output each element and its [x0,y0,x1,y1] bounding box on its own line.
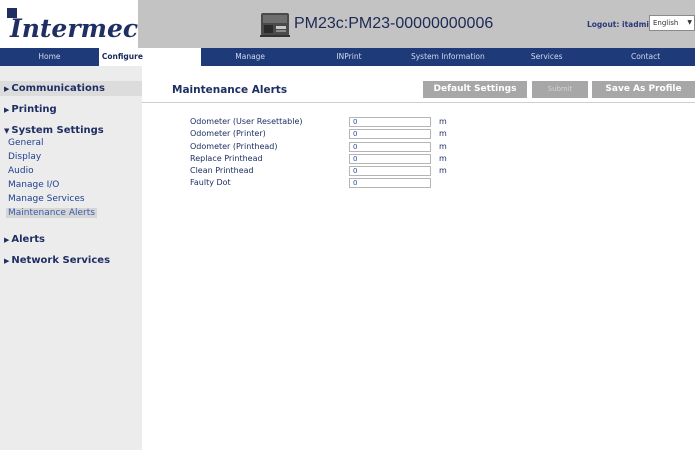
device-title: PM23c:PM23-00000000006 [294,15,494,32]
logo-text: Intermec [10,14,139,43]
sidebar-item-manage-services[interactable]: Manage Services [8,194,85,204]
tab-services[interactable]: Services [497,48,596,66]
unit-label: m [439,129,447,138]
sidebar: ▶ Communications ▶ Printing ▼ System Settin… [0,66,142,450]
odometer-user-resettable-input[interactable]: 0 [349,117,431,127]
sidebar-item-maintenance-alerts[interactable]: Maintenance Alerts [6,208,97,218]
sidebar-group-label: System Settings [11,125,104,136]
default-settings-button[interactable]: Default Settings [423,81,527,98]
sidebar-group-alerts[interactable]: ▶ Alerts [4,234,45,245]
tab-system-information[interactable]: System Information [398,48,497,66]
field-label-faulty-dot: Faulty Dot [190,178,231,187]
triangle-right-icon: ▶ [4,106,10,114]
header: Intermec PM23c:PM23-00000000006 Logout: … [0,0,695,48]
sidebar-group-system-settings[interactable]: ▼ System Settings [4,125,104,136]
logout-label: Logout: [587,20,620,29]
odometer-printhead-input[interactable]: 0 [349,142,431,152]
sidebar-group-communications[interactable]: ▶ Communications [4,83,105,94]
logout-link[interactable]: Logout: itadmin [587,20,654,29]
triangle-down-icon: ▼ [4,127,10,135]
field-label-odometer-printer: Odometer (Printer) [190,129,266,138]
sidebar-item-manage-io[interactable]: Manage I/O [8,180,59,190]
sidebar-group-label: Printing [11,104,57,115]
field-label-clean-printhead: Clean Printhead [190,166,254,175]
sidebar-group-label: Alerts [11,234,46,245]
field-label-odometer-printhead: Odometer (Printhead) [190,142,278,151]
sidebar-item-display[interactable]: Display [8,152,41,162]
sidebar-group-label: Communications [11,83,105,94]
replace-printhead-input[interactable]: 0 [349,154,431,164]
faulty-dot-input[interactable]: 0 [349,178,431,188]
field-label-odometer-user-resettable: Odometer (User Resettable) [190,117,303,126]
divider [142,102,695,103]
tab-configure[interactable]: Configure [98,48,201,66]
sidebar-group-label: Network Services [11,255,111,266]
page-title: Maintenance Alerts [172,84,288,96]
printer-icon [260,13,290,37]
triangle-right-icon: ▶ [4,85,10,93]
triangle-right-icon: ▶ [4,236,10,244]
unit-label: m [439,142,447,151]
save-as-profile-button[interactable]: Save As Profile [592,81,695,98]
tab-home[interactable]: Home [0,48,99,66]
sidebar-item-general[interactable]: General [8,138,43,148]
odometer-printer-input[interactable]: 0 [349,129,431,139]
unit-label: m [439,166,447,175]
tab-inprint[interactable]: INPrint [300,48,399,66]
unit-label: m [439,154,447,163]
logo[interactable]: Intermec [0,0,138,48]
language-select[interactable]: English ▼ [649,15,695,31]
sidebar-group-printing[interactable]: ▶ Printing [4,104,57,115]
field-label-replace-printhead: Replace Printhead [190,154,263,163]
language-value: English [653,19,679,27]
tab-contact[interactable]: Contact [596,48,695,66]
main-navigation: Home Configure Manage INPrint System Inf… [0,48,695,66]
unit-label: m [439,117,447,126]
sidebar-group-network-services[interactable]: ▶ Network Services [4,255,110,266]
tab-manage[interactable]: Manage [201,48,300,66]
submit-button[interactable]: Submit [532,81,588,98]
clean-printhead-input[interactable]: 0 [349,166,431,176]
chevron-down-icon: ▼ [687,19,692,26]
triangle-right-icon: ▶ [4,257,10,265]
sidebar-item-audio[interactable]: Audio [8,166,34,176]
